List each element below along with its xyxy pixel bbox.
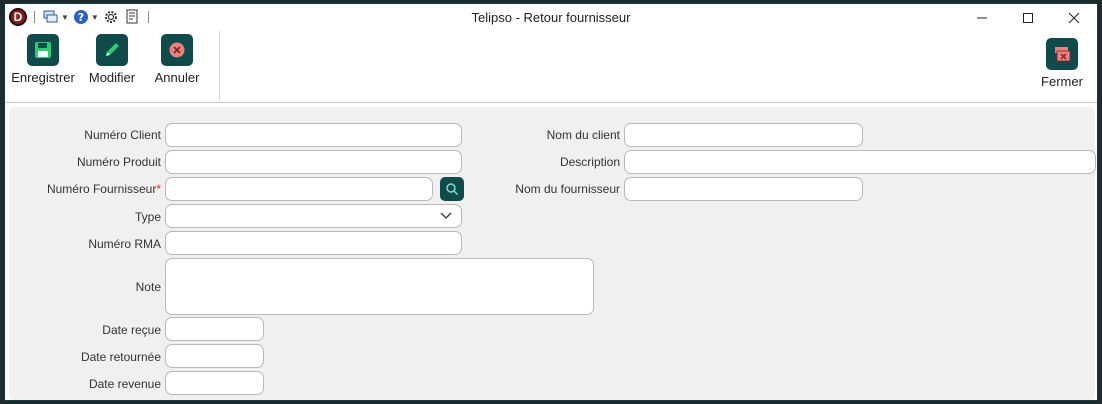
note-field[interactable]: [165, 258, 594, 315]
date-returned-label: Date retournée: [80, 350, 161, 364]
description-label: Description: [559, 155, 620, 169]
form-panel: Numéro Client Numéro Produit Numéro Four…: [9, 107, 1096, 400]
save-button[interactable]: Enregistrer: [8, 34, 78, 85]
supplier-search-button[interactable]: [440, 177, 464, 201]
client-number-label: Numéro Client: [84, 128, 161, 142]
title-bar: D ▼ ? ▼ Telipso - Retour fournisseur: [5, 4, 1097, 31]
client-name-field[interactable]: [624, 123, 863, 147]
save-label: Enregistrer: [11, 70, 75, 85]
window-title: Telipso - Retour fournisseur: [471, 10, 631, 25]
supplier-number-label-text: Numéro Fournisseur: [46, 182, 157, 196]
product-number-label: Numéro Produit: [76, 155, 161, 169]
cancel-label: Annuler: [154, 70, 200, 85]
date-received-label: Date reçue: [102, 323, 161, 337]
app-window: D ▼ ? ▼ Telipso - Retour fournisseur Enr…: [4, 3, 1098, 401]
edit-label: Modifier: [88, 70, 136, 85]
close-button[interactable]: Fermer: [1027, 38, 1097, 89]
product-number-field[interactable]: [165, 150, 462, 174]
rma-label: Numéro RMA: [88, 237, 161, 251]
supplier-number-field[interactable]: [165, 177, 433, 201]
close-label: Fermer: [1041, 74, 1083, 89]
edit-button[interactable]: Modifier: [77, 34, 147, 85]
cancel-icon: [161, 34, 193, 66]
client-number-field[interactable]: [165, 123, 462, 147]
type-select[interactable]: [165, 204, 462, 228]
close-window-button[interactable]: [1051, 4, 1097, 31]
description-field[interactable]: [624, 150, 1096, 174]
supplier-name-field[interactable]: [624, 177, 863, 201]
close-form-icon: [1046, 38, 1078, 70]
minimize-button[interactable]: [959, 4, 1005, 31]
window-controls: [959, 4, 1097, 31]
date-returned-field[interactable]: [165, 344, 264, 368]
date-received-field[interactable]: [165, 317, 264, 341]
date-back-label: Date revenue: [88, 377, 161, 391]
chevron-down-icon: [440, 212, 452, 220]
pencil-icon: [96, 34, 128, 66]
maximize-button[interactable]: [1005, 4, 1051, 31]
supplier-name-label: Nom du fournisseur: [515, 182, 620, 196]
save-icon: [27, 34, 59, 66]
note-label: Note: [135, 280, 161, 294]
rma-field[interactable]: [165, 231, 462, 255]
ribbon-toolbar: Enregistrer Modifier Annuler Fermer: [5, 31, 1097, 103]
client-name-label: Nom du client: [546, 128, 620, 142]
date-back-field[interactable]: [165, 371, 264, 395]
ribbon-divider: [219, 31, 220, 101]
search-icon: [446, 183, 459, 196]
required-marker: *: [156, 182, 161, 196]
type-label: Type: [134, 210, 161, 224]
cancel-button[interactable]: Annuler: [142, 34, 212, 85]
supplier-number-label: Numéro Fournisseur*: [9, 182, 161, 196]
